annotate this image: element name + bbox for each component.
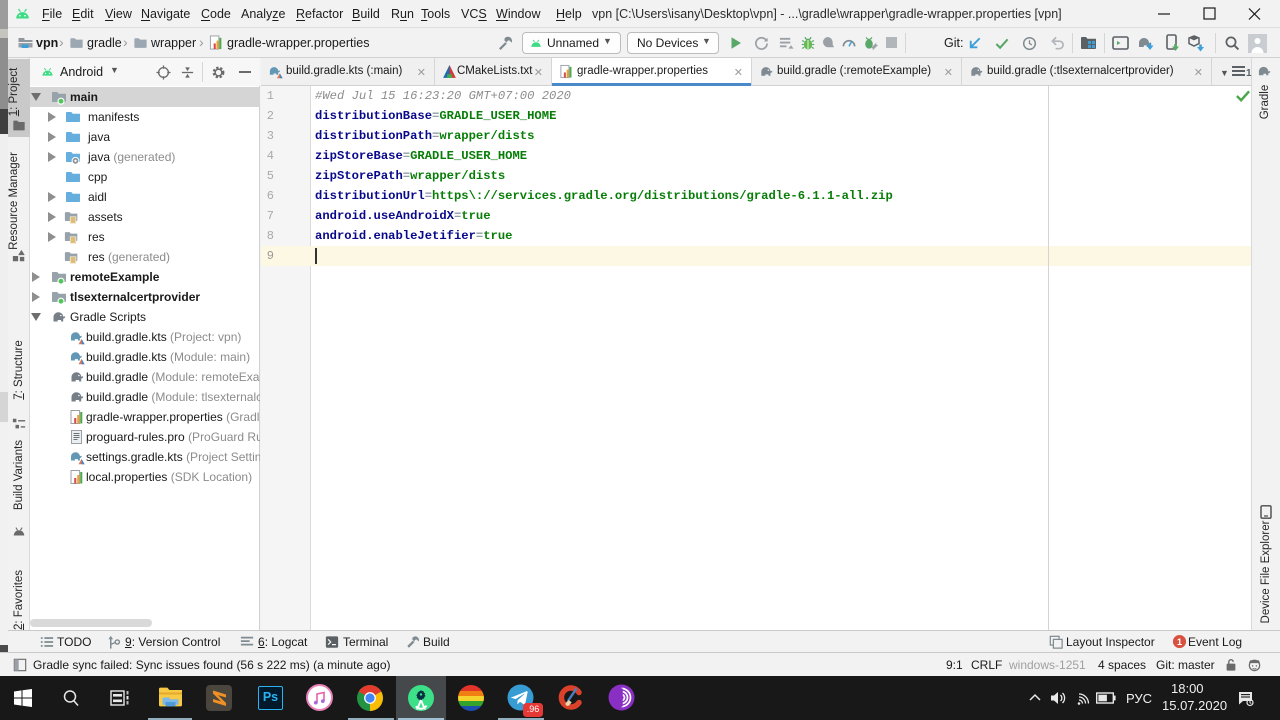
svg-text:1: 1 [1177, 637, 1182, 647]
svg-text:1: 1 [1246, 68, 1252, 79]
